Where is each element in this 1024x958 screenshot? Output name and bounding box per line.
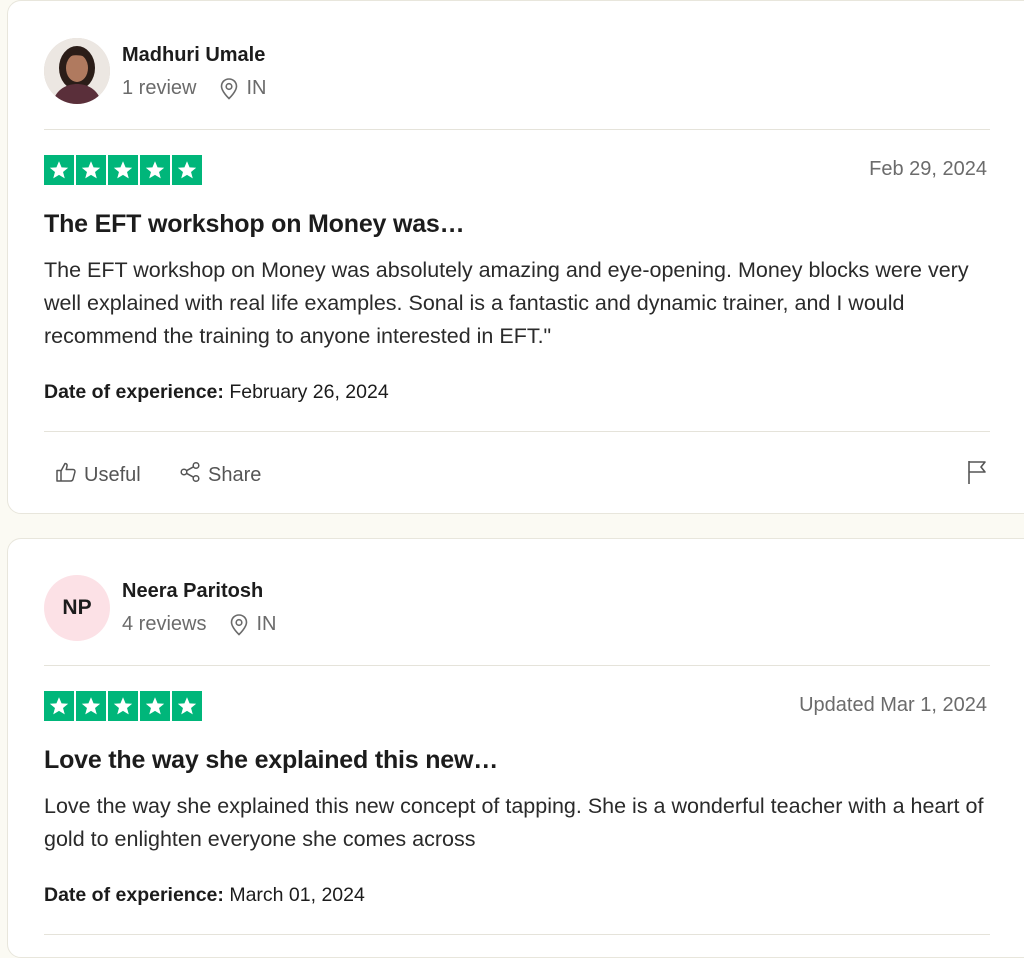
share-label: Share (208, 463, 262, 486)
avatar[interactable]: NP (44, 575, 110, 641)
divider (44, 129, 990, 130)
date-of-experience: Date of experience: March 01, 2024 (44, 884, 365, 907)
star-icon (108, 155, 138, 185)
star-icon (172, 691, 202, 721)
review-date: Updated Mar 1, 2024 (799, 694, 987, 716)
review-date: Feb 29, 2024 (869, 158, 987, 180)
reviewer-meta: 1 review IN (122, 77, 266, 100)
star-rating (44, 155, 202, 185)
report-button[interactable] (966, 459, 988, 490)
star-icon (44, 155, 74, 185)
star-icon (44, 691, 74, 721)
avatar-initials: NP (62, 596, 92, 619)
avatar[interactable] (44, 38, 110, 104)
reviewer-meta: 4 reviews IN (122, 613, 276, 636)
review-title[interactable]: Love the way she explained this new… (44, 746, 498, 775)
star-icon (172, 155, 202, 185)
star-icon (140, 155, 170, 185)
experience-date: March 01, 2024 (229, 884, 365, 906)
useful-label: Useful (84, 463, 141, 486)
reviewer-name[interactable]: Madhuri Umale (122, 44, 265, 67)
useful-button[interactable]: Useful (54, 460, 141, 490)
star-rating (44, 691, 202, 721)
star-icon (108, 691, 138, 721)
star-icon (76, 691, 106, 721)
experience-label: Date of experience: (44, 381, 224, 403)
star-icon (140, 691, 170, 721)
experience-label: Date of experience: (44, 884, 224, 906)
star-icon (76, 155, 106, 185)
location-pin-icon (220, 77, 238, 100)
divider (44, 431, 990, 432)
reviewer-country: IN (246, 77, 267, 99)
flag-icon (966, 461, 988, 489)
reviewer-name[interactable]: Neera Paritosh (122, 580, 263, 603)
review-body: Love the way she explained this new conc… (44, 794, 984, 851)
share-icon (178, 460, 208, 490)
review-body: The EFT workshop on Money was absolutely… (44, 258, 969, 348)
review-count: 1 review (122, 77, 197, 99)
divider (44, 934, 990, 935)
review-count: 4 reviews (122, 613, 207, 635)
thumbs-up-icon (54, 460, 84, 490)
review-card: Madhuri Umale 1 review IN Feb 29, 2024 T… (7, 0, 1024, 514)
share-button[interactable]: Share (178, 460, 261, 490)
review-title[interactable]: The EFT workshop on Money was… (44, 210, 465, 239)
experience-date: February 26, 2024 (229, 381, 389, 403)
reviewer-country: IN (256, 613, 277, 635)
divider (44, 665, 990, 666)
date-of-experience: Date of experience: February 26, 2024 (44, 381, 389, 404)
location-pin-icon (230, 613, 248, 636)
review-card: NP Neera Paritosh 4 reviews IN Updated M… (7, 538, 1024, 958)
